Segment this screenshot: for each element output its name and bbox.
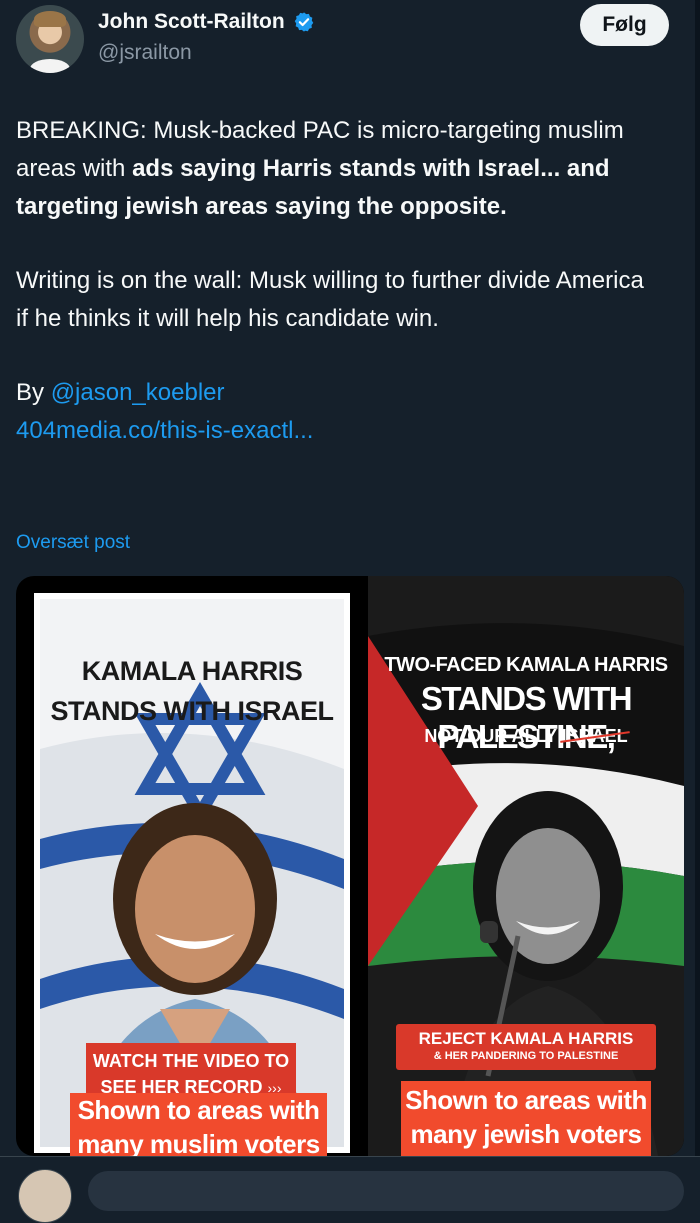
right-annotation-overlay: Shown to areas with many jewish voters xyxy=(401,1081,651,1156)
author-name-row: John Scott-Railton xyxy=(98,10,315,34)
right-cta-line-2: & HER PANDERING TO PALESTINE xyxy=(433,1050,619,1062)
left-cta-line-1: WATCH THE VIDEO TO xyxy=(92,1051,290,1071)
ad-image-right[interactable]: TWO-FACED KAMALA HARRIS STANDS WITH PALE… xyxy=(368,576,684,1156)
left-headline-line-2: STANDS WITH ISRAEL xyxy=(50,696,335,726)
right-ad-cta: REJECT KAMALA HARRIS & HER PANDERING TO … xyxy=(396,1024,656,1070)
left-annotation-overlay: Shown to areas with many muslim voters xyxy=(70,1093,327,1156)
translate-post-link[interactable]: Oversæt post xyxy=(16,532,130,554)
user-avatar[interactable] xyxy=(18,1169,72,1223)
left-overlay-line-2: many muslim voters xyxy=(77,1129,320,1156)
scrollbar-track[interactable] xyxy=(695,0,700,1189)
article-link[interactable]: 404media.co/this-is-exactl... xyxy=(16,417,313,444)
struck-word: ISRAEL xyxy=(561,726,628,746)
tweet-paragraph-3: By @jason_koebler 404media.co/this-is-ex… xyxy=(16,374,656,450)
right-overlay-line-1: Shown to areas with xyxy=(405,1085,647,1115)
reply-composer-bar xyxy=(0,1156,700,1223)
author-handle[interactable]: @jsrailton xyxy=(98,41,192,65)
tweet-body: BREAKING: Musk-backed PAC is micro-targe… xyxy=(16,112,656,450)
mention-link[interactable]: @jason_koebler xyxy=(51,379,225,406)
right-cta-line-1: REJECT KAMALA HARRIS xyxy=(418,1029,634,1048)
left-overlay-line-1: Shown to areas with xyxy=(77,1095,320,1125)
follow-button[interactable]: Følg xyxy=(580,4,669,46)
author-display-name[interactable]: John Scott-Railton xyxy=(98,10,285,34)
right-headline-line-3a: NOT OUR ALLY xyxy=(424,726,562,746)
right-headline-line-1: TWO-FACED KAMALA HARRIS xyxy=(384,654,668,676)
left-headline-line-1: KAMALA HARRIS xyxy=(81,656,303,686)
reply-input[interactable] xyxy=(88,1171,684,1211)
left-ad-headline: KAMALA HARRIS STANDS WITH ISRAEL xyxy=(40,651,344,731)
author-avatar[interactable] xyxy=(16,5,84,73)
right-headline-line-3: NOT OUR ALLY ISRAEL xyxy=(368,726,684,747)
ad-image-left[interactable]: KAMALA HARRIS STANDS WITH ISRAEL WATCH T… xyxy=(34,593,350,1153)
by-label: By xyxy=(16,379,51,406)
tweet-media[interactable]: KAMALA HARRIS STANDS WITH ISRAEL WATCH T… xyxy=(16,576,684,1156)
right-overlay-line-2: many jewish voters xyxy=(410,1119,642,1149)
tweet-paragraph-1: BREAKING: Musk-backed PAC is micro-targe… xyxy=(16,112,656,226)
tweet-paragraph-2: Writing is on the wall: Musk willing to … xyxy=(16,267,644,332)
verified-badge-icon xyxy=(294,12,313,32)
